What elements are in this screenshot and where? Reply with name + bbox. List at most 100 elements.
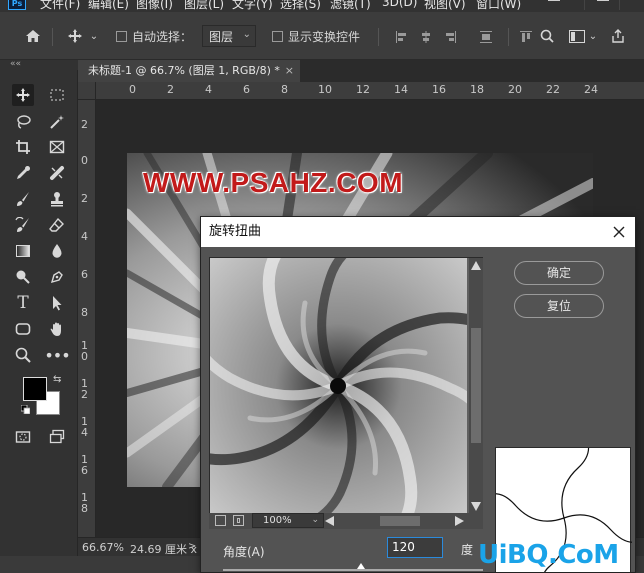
foreground-color-swatch[interactable]: [23, 377, 47, 401]
restore-window-icon[interactable]: [584, 0, 620, 10]
menu-type[interactable]: 文字(Y): [232, 0, 273, 12]
quick-mask-icon[interactable]: [12, 426, 34, 448]
path-selection-tool-icon[interactable]: [46, 292, 68, 314]
move-tool-icon[interactable]: [12, 84, 34, 106]
auto-select-target-select[interactable]: 图层 ⌄: [202, 25, 256, 47]
home-icon[interactable]: [22, 26, 44, 46]
menu-edit[interactable]: 编辑(E): [88, 0, 129, 12]
menu-3d[interactable]: 3D(D): [382, 0, 417, 9]
more-tools-icon[interactable]: •••: [44, 344, 70, 366]
divider: [378, 28, 379, 46]
panel-collapse-icon[interactable]: ««: [0, 60, 78, 70]
document-tab-strip: 未标题-1 @ 66.7% (图层 1, RGB/8) * ×: [78, 60, 644, 82]
align-left-icon[interactable]: [396, 31, 408, 43]
scroll-thumb[interactable]: [471, 328, 481, 443]
align-right-icon[interactable]: [444, 31, 456, 43]
zoom-level[interactable]: 66.67%: [82, 541, 124, 554]
dodge-tool-icon[interactable]: [12, 266, 34, 288]
ruler-label: 2: [81, 118, 88, 131]
lasso-tool-icon[interactable]: [12, 111, 34, 133]
auto-select-target-value: 图层: [209, 30, 234, 44]
angle-slider-handle[interactable]: [357, 563, 365, 569]
show-transform-checkbox[interactable]: [272, 31, 283, 42]
marquee-tool-icon[interactable]: [46, 84, 68, 106]
healing-brush-tool-icon[interactable]: [46, 162, 68, 184]
frame-tool-icon[interactable]: [46, 136, 68, 158]
ruler-label: 14: [394, 83, 408, 96]
vertical-ruler[interactable]: 2 0 2 4 6 8 1 0 1 2 1 4 1 6 1 8: [78, 100, 96, 537]
screen-mode-icon[interactable]: [46, 426, 68, 448]
distribute-icon[interactable]: [480, 31, 492, 43]
align-center-icon[interactable]: [420, 31, 432, 43]
close-icon[interactable]: [609, 222, 629, 242]
reset-button[interactable]: 复位: [514, 294, 604, 318]
divider: [508, 28, 509, 46]
horizontal-ruler[interactable]: 0 2 4 6 8 10 12 14 16 18 20 22 24: [96, 82, 644, 100]
move-tool-preset-icon[interactable]: [64, 26, 86, 46]
scroll-left-icon[interactable]: [325, 516, 334, 526]
eyedropper-tool-icon[interactable]: [12, 162, 34, 184]
auto-select-label: 自动选择：: [132, 30, 193, 44]
menu-file[interactable]: 文件(F): [40, 0, 80, 12]
type-tool-icon[interactable]: T: [12, 292, 34, 314]
search-icon[interactable]: [538, 26, 556, 46]
document-tab-title: 未标题-1 @ 66.7% (图层 1, RGB/8) *: [88, 64, 280, 77]
gradient-tool-icon[interactable]: [12, 240, 34, 262]
show-transform-label: 显示变换控件: [288, 30, 361, 44]
photoshop-window: Ps 文件(F) 编辑(E) 图像(I) 图层(L) 文字(Y) 选择(S) 滤…: [0, 0, 644, 573]
align-top-icon[interactable]: [520, 31, 532, 43]
ruler-label: 1 8: [81, 491, 88, 515]
magic-wand-tool-icon[interactable]: [46, 111, 68, 133]
minimize-window-icon[interactable]: [536, 0, 572, 10]
hand-tool-icon[interactable]: [46, 318, 68, 340]
tools-panel: T ••• ⇆: [0, 70, 78, 573]
default-colors-icon[interactable]: [21, 405, 30, 414]
ruler-label: 1 6: [81, 453, 88, 477]
status-menu-icon[interactable]: >: [188, 541, 196, 552]
angle-input[interactable]: 120: [387, 537, 443, 558]
menu-window[interactable]: 窗口(W): [476, 0, 521, 12]
angle-unit: 度: [461, 543, 474, 557]
document-tab[interactable]: 未标题-1 @ 66.7% (图层 1, RGB/8) * ×: [78, 60, 300, 82]
preview-vertical-scrollbar[interactable]: [469, 258, 483, 515]
image-watermark-text: WWW.PSAHZ.COM: [143, 167, 404, 198]
chevron-down-icon[interactable]: ⌄: [88, 26, 100, 46]
horizontal-scroll-thumb[interactable]: [380, 516, 420, 526]
zoom-tool-icon[interactable]: [12, 344, 34, 366]
preview-zoom-select[interactable]: 100% ⌄: [252, 513, 324, 528]
ok-button[interactable]: 确定: [514, 261, 604, 285]
history-brush-tool-icon[interactable]: [12, 214, 34, 236]
close-tab-icon[interactable]: ×: [285, 60, 294, 82]
scroll-right-icon[interactable]: [455, 516, 464, 526]
clone-stamp-tool-icon[interactable]: [46, 188, 68, 210]
auto-select-checkbox[interactable]: [116, 31, 127, 42]
ruler-label: 6: [81, 268, 88, 281]
brush-tool-icon[interactable]: [12, 188, 34, 210]
swap-colors-icon[interactable]: ⇆: [53, 374, 61, 385]
pen-tool-icon[interactable]: [46, 266, 68, 288]
menu-filter[interactable]: 滤镜(T): [330, 0, 371, 12]
scroll-down-icon[interactable]: [471, 502, 481, 511]
workspace-icon[interactable]: [566, 26, 588, 46]
chevron-down-icon[interactable]: ⌄: [588, 26, 598, 46]
ruler-label: 4: [81, 230, 88, 243]
ruler-origin[interactable]: [78, 82, 96, 100]
site-watermark-logo: UiBQ.CoM: [478, 540, 619, 570]
scroll-up-icon[interactable]: [471, 261, 481, 270]
rectangle-tool-icon[interactable]: [12, 318, 34, 340]
share-icon[interactable]: [608, 26, 628, 46]
zoom-out-button[interactable]: [215, 515, 226, 526]
zoom-in-button[interactable]: [233, 515, 244, 526]
blur-tool-icon[interactable]: [46, 240, 68, 262]
menu-image[interactable]: 图像(I): [136, 0, 173, 12]
angle-slider[interactable]: [223, 569, 483, 571]
eraser-tool-icon[interactable]: [46, 214, 68, 236]
menu-layer[interactable]: 图层(L): [184, 0, 224, 12]
chevron-down-icon: ⌄: [242, 29, 251, 40]
ruler-label: 22: [546, 83, 560, 96]
twirl-preview[interactable]: [210, 258, 467, 515]
menu-select[interactable]: 选择(S): [280, 0, 321, 12]
crop-tool-icon[interactable]: [12, 136, 34, 158]
dialog-title-bar: 旋转扭曲: [201, 217, 635, 247]
menu-view[interactable]: 视图(V): [424, 0, 466, 12]
